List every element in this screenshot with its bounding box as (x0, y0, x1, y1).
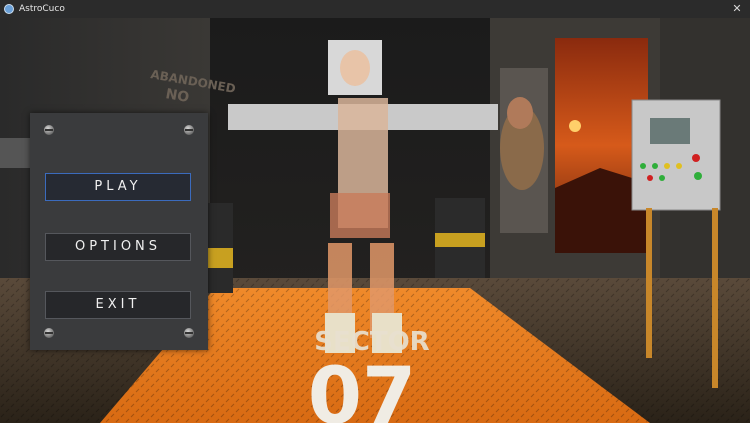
screw-icon (44, 328, 54, 338)
screw-icon (184, 125, 194, 135)
title-bar[interactable]: AstroCuco ✕ (0, 0, 750, 18)
window-title: AstroCuco (19, 4, 65, 14)
exit-button[interactable]: EXIT (45, 291, 191, 319)
screw-icon (184, 328, 194, 338)
main-menu-panel: PLAY OPTIONS EXIT (30, 113, 208, 350)
play-button[interactable]: PLAY (45, 173, 191, 201)
screw-icon (44, 125, 54, 135)
close-icon: ✕ (732, 2, 742, 15)
game-window: AstroCuco ✕ ABANDONED NO SECTOR 07 PLAY … (0, 0, 750, 423)
close-button[interactable]: ✕ (730, 1, 744, 17)
app-icon (4, 4, 14, 14)
game-scene: ABANDONED NO SECTOR 07 PLAY OPTIONS EXIT (0, 18, 750, 423)
options-button[interactable]: OPTIONS (45, 233, 191, 261)
floor-text-number: 07 (308, 352, 417, 423)
